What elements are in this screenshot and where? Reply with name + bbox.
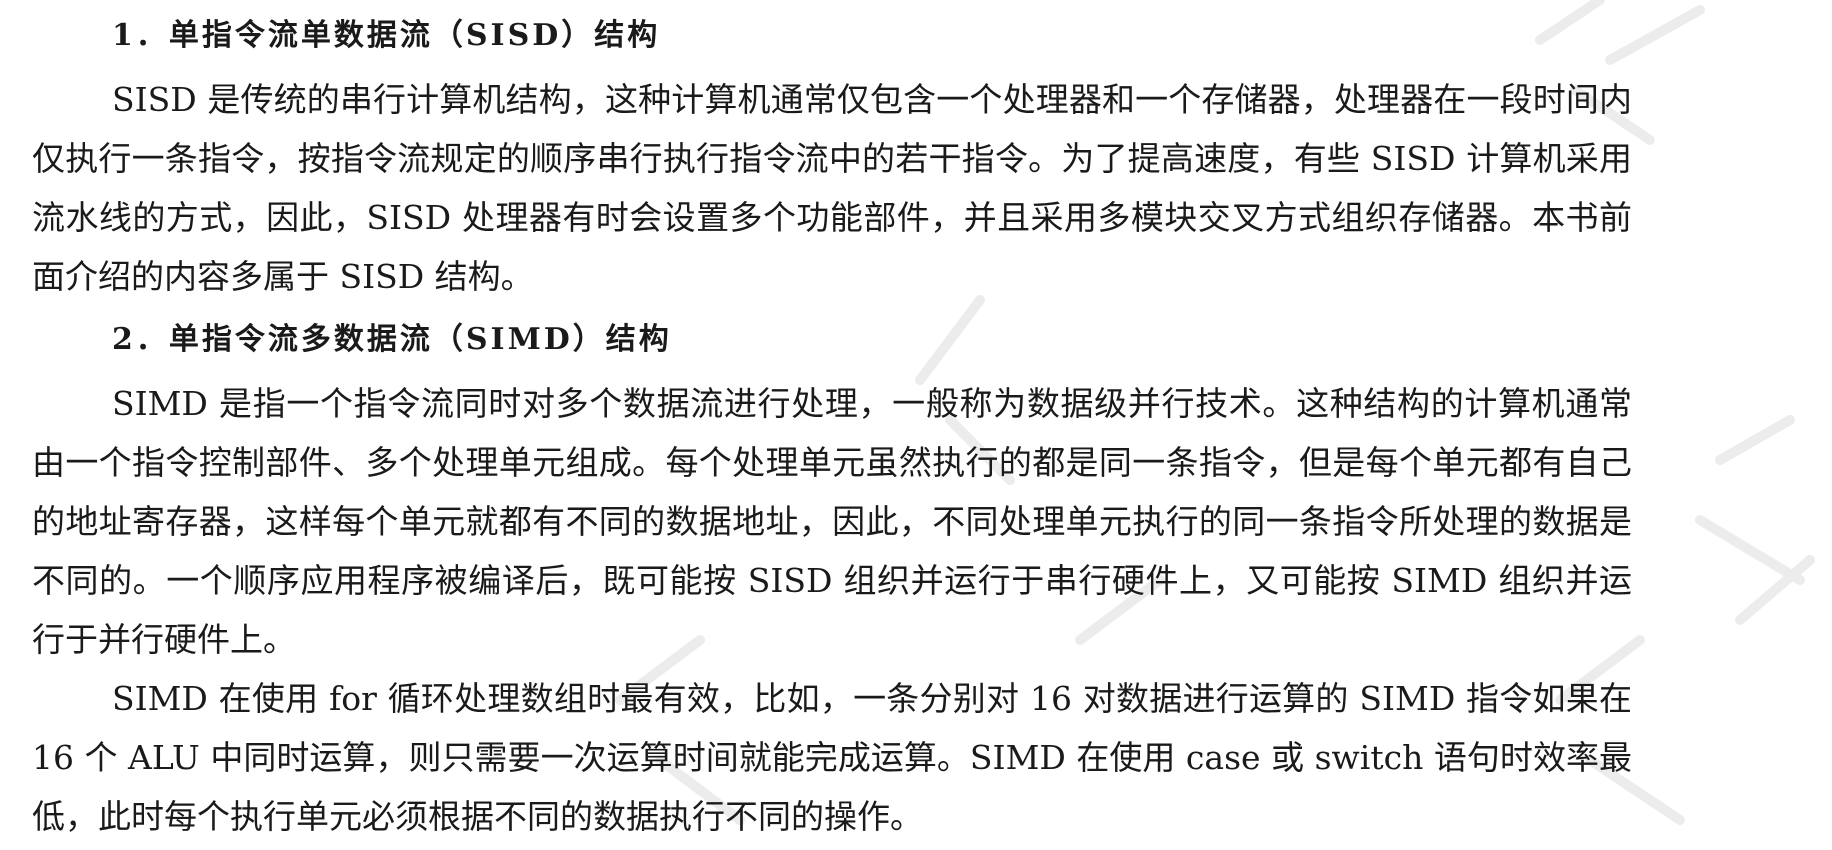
document-page: 1．单指令流单数据流（SISD）结构 SISD 是传统的串行计算机结构，这种计算… bbox=[32, 14, 1632, 846]
paragraph: SISD 是传统的串行计算机结构，这种计算机通常仅包含一个处理器和一个存储器，处… bbox=[32, 80, 1632, 296]
section-heading: 1．单指令流单数据流（SISD）结构 bbox=[112, 18, 661, 53]
paragraph: SIMD 在使用 for 循环处理数组时最有效，比如，一条分别对 16 对数据进… bbox=[32, 679, 1632, 836]
section-simd: 2．单指令流多数据流（SIMD）结构 SIMD 是指一个指令流同时对多个数据流进… bbox=[32, 318, 1632, 846]
paragraph: SIMD 是指一个指令流同时对多个数据流进行处理，一般称为数据级并行技术。这种结… bbox=[32, 384, 1632, 659]
section-sisd: 1．单指令流单数据流（SISD）结构 SISD 是传统的串行计算机结构，这种计算… bbox=[32, 14, 1632, 306]
section-heading: 2．单指令流多数据流（SIMD）结构 bbox=[112, 322, 672, 357]
